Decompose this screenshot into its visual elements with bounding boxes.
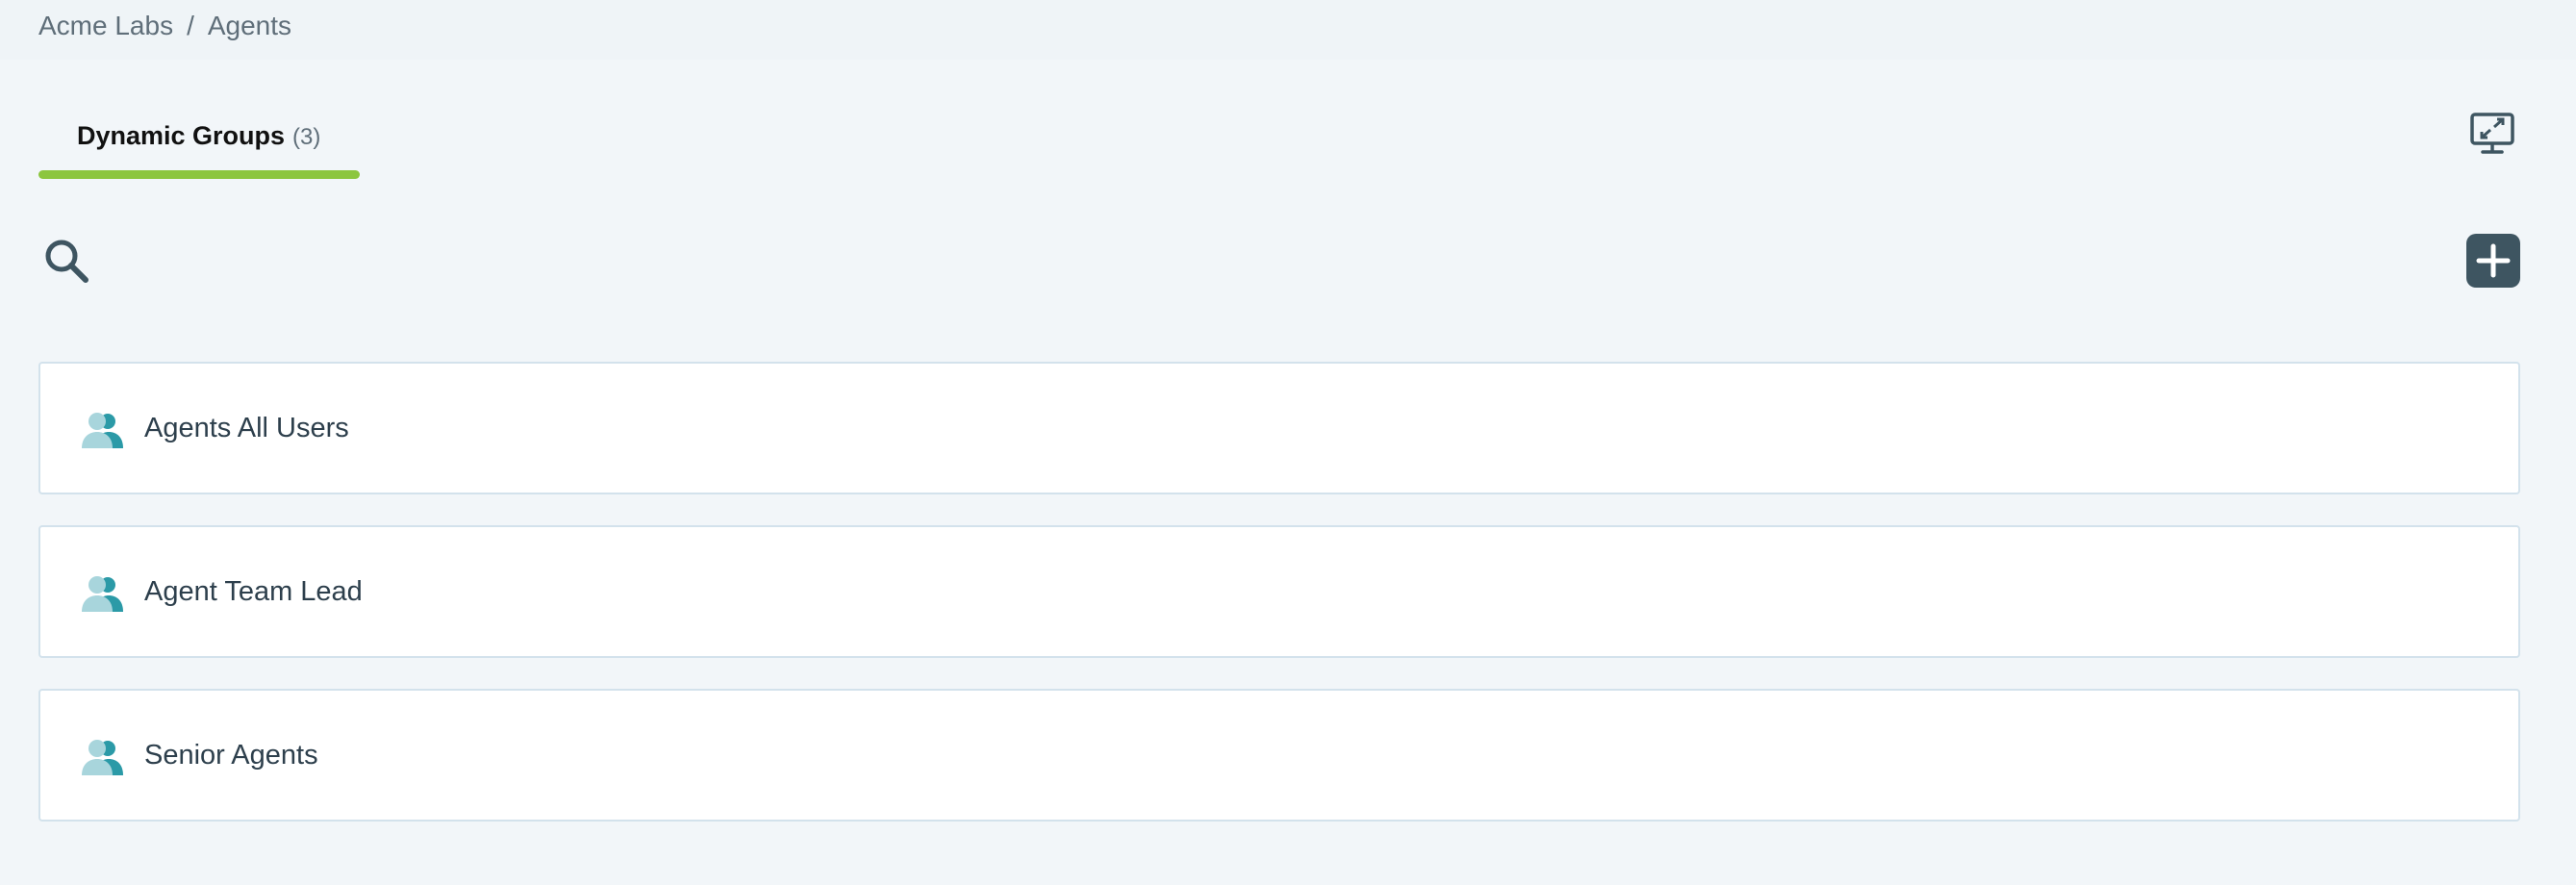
users-icon — [81, 575, 125, 612]
users-icon — [81, 739, 125, 775]
breadcrumb-org[interactable]: Acme Labs — [38, 8, 173, 44]
group-list: Agents All Users Agent Team Lead Senior … — [38, 362, 2520, 852]
tab-label: Dynamic Groups — [77, 121, 286, 150]
tab-count: (3) — [292, 124, 321, 150]
breadcrumb-separator: / — [187, 11, 194, 40]
tab-active-indicator — [38, 170, 360, 179]
group-name: Senior Agents — [144, 740, 318, 771]
search-icon[interactable] — [42, 237, 92, 287]
breadcrumb-current: Agents — [207, 11, 292, 40]
group-name: Agents All Users — [144, 413, 349, 443]
tab-dynamic-groups[interactable]: Dynamic Groups (3) — [38, 108, 360, 181]
plus-icon — [2476, 243, 2511, 278]
monitor-expand-icon[interactable] — [2468, 112, 2516, 156]
group-name: Agent Team Lead — [144, 576, 363, 607]
users-icon — [81, 412, 125, 448]
top-bar: Acme Labs / Agents — [0, 0, 2576, 60]
page: Acme Labs / Agents Dynamic Groups (3) Ag… — [0, 0, 2576, 885]
list-item[interactable]: Agents All Users — [38, 362, 2520, 494]
list-item[interactable]: Senior Agents — [38, 689, 2520, 822]
list-item[interactable]: Agent Team Lead — [38, 525, 2520, 658]
breadcrumb: Acme Labs / Agents — [38, 8, 291, 44]
add-group-button[interactable] — [2466, 234, 2520, 288]
